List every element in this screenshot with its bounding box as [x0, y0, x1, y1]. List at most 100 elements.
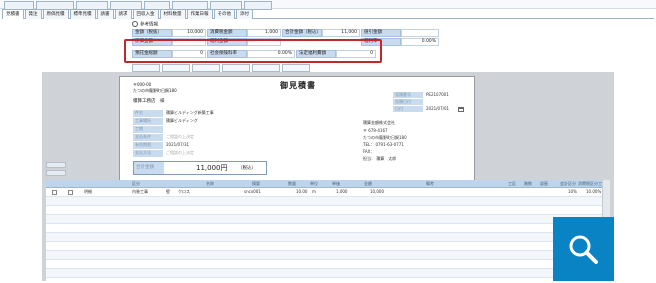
column-header: 名称 — [206, 181, 214, 186]
field-label: 法定福利費額 — [296, 50, 336, 58]
zoom-button[interactable] — [553, 217, 614, 281]
toolbar — [0, 0, 656, 10]
doc-field-value: 積算ビルディング — [166, 118, 198, 123]
company-postal: 〒 679-4167 — [363, 128, 388, 133]
table-row[interactable] — [46, 260, 610, 269]
column-header: 消費税区分 — [578, 181, 598, 186]
calendar-icon[interactable] — [458, 107, 464, 112]
field-label: 値引金額 — [361, 29, 401, 37]
total-amount-box: 合計金額 11,000円 （税込） — [133, 161, 267, 175]
table-row[interactable] — [46, 224, 610, 233]
field-value — [401, 29, 439, 37]
column-header: 区分 — [132, 181, 140, 186]
row-checkbox[interactable] — [52, 190, 57, 195]
field-value: 10,000 — [172, 29, 206, 37]
left-tag — [46, 170, 66, 176]
company-contact: 担当： 積算 太郎 — [363, 156, 397, 161]
doc-field-label: 支払方法 — [133, 150, 163, 157]
company-fax: FAX： — [363, 149, 375, 154]
table-row[interactable] — [46, 206, 610, 215]
company-name: 積算金額株式会社 — [363, 120, 395, 125]
total-value: 11,000円 — [196, 164, 228, 172]
field-label: 預託金総額 — [132, 50, 172, 58]
meta-label: 見積日付 — [393, 99, 423, 105]
search-icon — [569, 235, 598, 264]
row-checkbox[interactable] — [68, 190, 73, 195]
cell-amount: 10,000 — [370, 189, 384, 194]
table-row[interactable]: 明細 内装工事 壁 クロス sncx001 10.00 m 1,000 10,0… — [46, 188, 610, 197]
detail-grid-header: 区分 名称 摘要 数量 単位 単価 金額 備考 工区 階数 部屋 会計区分 消費… — [46, 180, 610, 192]
left-tag — [46, 162, 66, 168]
cell-price: 1,000 — [336, 189, 348, 194]
action-button[interactable] — [132, 64, 160, 72]
tab-material[interactable]: 材料数量 — [159, 9, 186, 19]
tab-standard[interactable]: 標準見積 — [69, 9, 96, 19]
tab-report[interactable]: 作業日報 — [186, 9, 213, 19]
action-button[interactable] — [162, 64, 190, 72]
table-row[interactable] — [46, 233, 610, 242]
meta-value: PE2107001 — [426, 92, 449, 97]
action-button[interactable] — [192, 64, 220, 72]
field-label: 合計金額（税込） — [282, 29, 322, 37]
meta-label: 日付 — [393, 106, 423, 112]
doc-field-value: 積算ビルディング新築工事 — [166, 110, 214, 115]
field-label: 金額（税抜） — [132, 29, 172, 37]
total-note: （税込） — [238, 166, 256, 171]
column-header: 部屋 — [540, 181, 548, 186]
section-toggle[interactable]: 参考情報 — [132, 21, 212, 28]
company-address: たつの市龍野町日飼180 — [363, 135, 407, 140]
column-header: 備考 — [426, 181, 434, 186]
table-row[interactable] — [46, 251, 610, 260]
cell-sub: 壁 — [166, 189, 170, 194]
company-tel: TEL： 0791-63-0771 — [363, 142, 404, 147]
action-bar — [132, 64, 392, 72]
address-line: たつの市龍野町日飼180 — [133, 88, 177, 93]
document-title: 御見積書 — [280, 81, 316, 90]
cell-kubun: 内装工事 — [132, 189, 148, 194]
doc-field-label: 工期 — [133, 126, 163, 133]
tab-bar: 見積書 発注 原価見積 標準見積 請書 請求 回収入金 材料数量 作業日報 その他 添付 — [2, 9, 654, 19]
tab-cost[interactable]: 原価見積 — [42, 9, 69, 19]
table-row[interactable] — [46, 197, 610, 206]
action-button[interactable] — [282, 64, 310, 72]
tab-receipt[interactable]: 請書 — [96, 9, 114, 19]
table-row[interactable] — [46, 242, 610, 251]
table-row[interactable] — [46, 215, 610, 224]
cell-name: クロス — [178, 189, 190, 194]
tab-other[interactable]: その他 — [213, 9, 235, 19]
doc-field-label: 有効期限 — [133, 142, 163, 149]
action-button[interactable] — [252, 64, 280, 72]
field-value: 0 — [172, 50, 206, 58]
tab-order[interactable]: 発注 — [24, 9, 42, 19]
field-value: 1,000 — [247, 29, 281, 37]
doc-field-label: 件名 — [133, 110, 163, 117]
field-label: 社会保険料率 — [207, 50, 247, 58]
tab-payment[interactable]: 回収入金 — [132, 9, 159, 19]
total-label: 合計金額 — [134, 162, 164, 174]
column-header: 数量 — [288, 181, 296, 186]
tab-attachment[interactable]: 添付 — [236, 9, 253, 19]
doc-field-value: ご相談の上決定 — [166, 134, 194, 139]
recipient-name: 積算工務店 様 — [133, 99, 165, 104]
cell-qty: 10.00 — [296, 189, 308, 194]
cell-tax: 10% — [568, 189, 577, 194]
field-label: 消費税金額 — [207, 29, 247, 37]
table-row[interactable] — [46, 269, 610, 278]
row-tag: 明細 — [84, 189, 92, 194]
doc-field-label: 工事場所 — [133, 118, 163, 125]
column-header: 単価 — [332, 181, 340, 186]
tab-invoice[interactable]: 請求 — [114, 9, 132, 19]
column-header: 金額 — [364, 181, 372, 186]
doc-field-value: ご相談の上決定 — [166, 150, 194, 155]
section-title: 参考情報 — [140, 22, 158, 28]
action-button[interactable] — [222, 64, 250, 72]
column-header: 会計区分 — [560, 181, 576, 186]
detail-grid-body: 明細 内装工事 壁 クロス sncx001 10.00 m 1,000 10,0… — [46, 188, 610, 281]
tab-estimate[interactable]: 見積書 — [2, 9, 24, 19]
column-header: 摘要 — [252, 181, 260, 186]
field-value: 0 — [336, 50, 376, 58]
field-value: 0.00% — [247, 50, 295, 58]
meta-value: 2021/07/01 — [426, 106, 450, 111]
column-header: 工区 — [508, 181, 516, 186]
field-value: 0.00% — [401, 38, 439, 46]
